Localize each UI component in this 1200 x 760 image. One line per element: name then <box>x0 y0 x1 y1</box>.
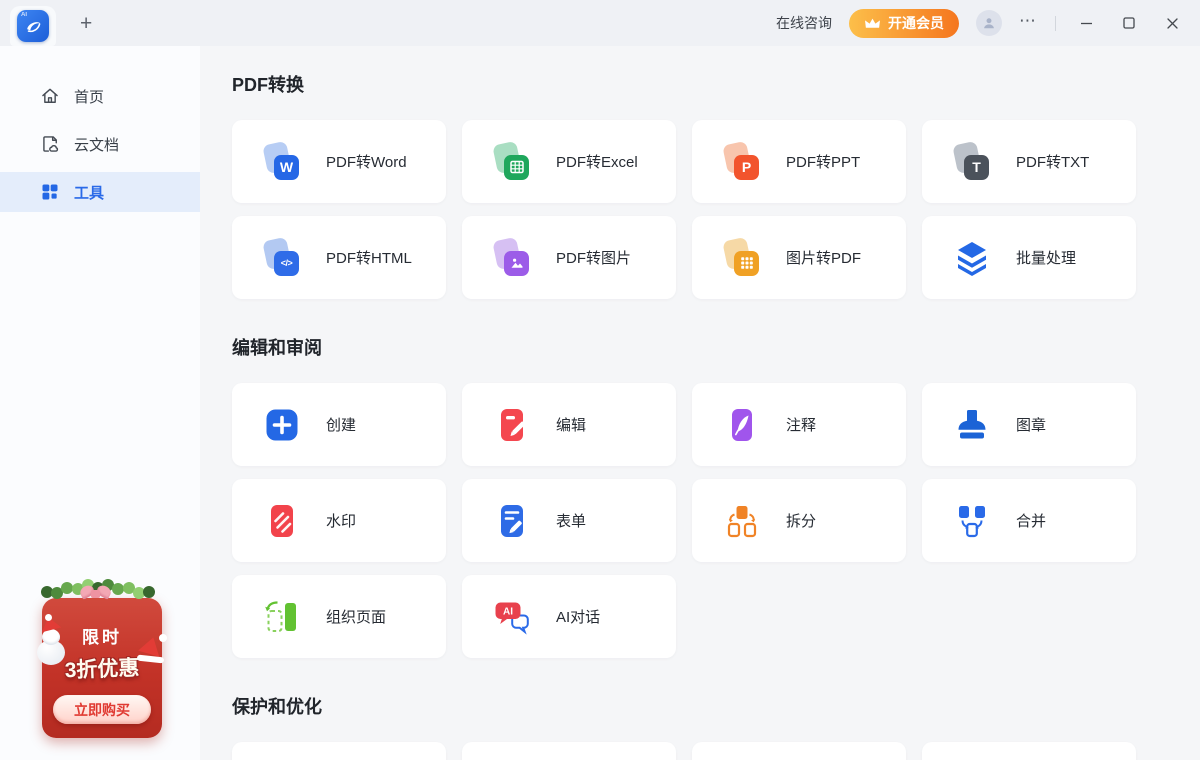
batch-process-icon <box>952 238 992 278</box>
pdf-to-excel-icon <box>492 142 532 182</box>
tool-card[interactable]: 批量处理 <box>922 216 1136 299</box>
tool-label: 拆分 <box>786 510 816 531</box>
pdf-to-image-icon <box>492 238 532 278</box>
pdf-to-html-icon: </> <box>262 238 302 278</box>
wreath-decoration <box>42 577 162 611</box>
tool-label: PDF转TXT <box>1016 151 1089 172</box>
sidebar-item-label: 首页 <box>74 86 104 107</box>
tool-card[interactable]: 表单 <box>462 479 676 562</box>
tool-card[interactable]: PDF转Excel <box>462 120 676 203</box>
tool-card[interactable]: 水印 <box>232 479 446 562</box>
maximize-button[interactable] <box>1116 10 1142 36</box>
app-tab[interactable]: AI <box>10 6 56 46</box>
sidebar-items: 首页云文档工具 <box>0 46 200 212</box>
tool-label: PDF转图片 <box>556 247 631 268</box>
tool-label: 表单 <box>556 510 586 531</box>
user-avatar[interactable] <box>976 10 1002 36</box>
titlebar: AI + 在线咨询 开通会员 ⋯ <box>0 0 1200 46</box>
tool-sections: PDF转换 W PDF转Word PDF转Excel P PDF转PPT T PDF转TXT <… <box>200 46 1200 760</box>
tool-grid: W PDF转Word PDF转Excel P PDF转PPT T PDF转TXT </> PDF… <box>232 120 1168 299</box>
tool-card[interactable]: 图章 <box>922 383 1136 466</box>
edit-icon <box>492 405 532 445</box>
open-membership-button[interactable]: 开通会员 <box>849 9 959 38</box>
tool-card[interactable]: 拆分 <box>692 479 906 562</box>
tool-card[interactable]: 创建 <box>232 383 446 466</box>
tool-label: 图章 <box>1016 414 1046 435</box>
cloud-doc-icon <box>40 134 60 154</box>
tool-card[interactable]: 注释 <box>692 383 906 466</box>
tool-card-partial[interactable] <box>922 742 1136 760</box>
crown-icon <box>864 17 881 30</box>
tool-card-partial[interactable] <box>462 742 676 760</box>
tool-label: PDF转Excel <box>556 151 638 172</box>
new-tab-button[interactable]: + <box>80 13 92 34</box>
santa-hat-decoration <box>136 637 168 663</box>
svg-text:AI: AI <box>503 606 513 617</box>
close-button[interactable] <box>1159 10 1185 36</box>
home-icon <box>40 86 60 106</box>
more-menu-icon[interactable]: ⋯ <box>1019 12 1038 35</box>
sidebar-item-home[interactable]: 首页 <box>0 76 200 116</box>
tool-card[interactable]: AI AI对话 <box>462 575 676 658</box>
sidebar-item-label: 云文档 <box>74 134 119 155</box>
tool-card[interactable]: 组织页面 <box>232 575 446 658</box>
watermark-icon <box>262 501 302 541</box>
pdf-to-ppt-icon: P <box>722 142 762 182</box>
tool-card[interactable]: 编辑 <box>462 383 676 466</box>
sidebar-item-label: 工具 <box>74 182 104 203</box>
tool-label: PDF转Word <box>326 151 407 172</box>
section-title: 编辑和审阅 <box>232 335 1168 361</box>
ai-chat-icon: AI <box>492 597 532 637</box>
image-to-pdf-icon <box>722 238 762 278</box>
tool-card[interactable]: 合并 <box>922 479 1136 562</box>
sidebar-item-tools[interactable]: 工具 <box>0 172 200 212</box>
tool-card[interactable]: T PDF转TXT <box>922 120 1136 203</box>
pdf-to-txt-icon: T <box>952 142 992 182</box>
tool-label: PDF转HTML <box>326 247 412 268</box>
create-icon <box>262 405 302 445</box>
app-logo-icon: AI <box>17 10 49 42</box>
tool-label: 图片转PDF <box>786 247 861 268</box>
minimize-button[interactable] <box>1073 10 1099 36</box>
tool-card-partial[interactable] <box>232 742 446 760</box>
pdf-to-word-icon: W <box>262 142 302 182</box>
tool-label: 组织页面 <box>326 606 386 627</box>
annotate-quill-icon <box>722 405 762 445</box>
tool-label: 批量处理 <box>1016 247 1076 268</box>
snowman-decoration <box>35 619 71 665</box>
section-title: 保护和优化 <box>232 694 1168 720</box>
sidebar-item-cloud-docs[interactable]: 云文档 <box>0 124 200 164</box>
sidebar: 首页云文档工具 限时 3折优惠 立即购买 <box>0 46 200 760</box>
tool-grid: 创建 编辑 注释 图章水印 表单 拆分 合并组织页面 AI AI对话 <box>232 383 1168 658</box>
tool-label: 创建 <box>326 414 356 435</box>
tool-label: 编辑 <box>556 414 586 435</box>
tool-grid <box>232 742 1168 760</box>
tool-card[interactable]: 图片转PDF <box>692 216 906 299</box>
tool-label: 合并 <box>1016 510 1046 531</box>
tools-grid-icon <box>40 182 60 202</box>
tool-label: PDF转PPT <box>786 151 860 172</box>
organize-pages-icon <box>262 597 302 637</box>
tool-label: 水印 <box>326 510 356 531</box>
form-icon <box>492 501 532 541</box>
tool-card[interactable]: </> PDF转HTML <box>232 216 446 299</box>
tool-card[interactable]: PDF转图片 <box>462 216 676 299</box>
promo-banner[interactable]: 限时 3折优惠 立即购买 <box>42 577 162 738</box>
tool-label: 注释 <box>786 414 816 435</box>
merge-icon <box>952 501 992 541</box>
split-icon <box>722 501 762 541</box>
section-title: PDF转换 <box>232 72 1168 98</box>
tool-label: AI对话 <box>556 606 600 627</box>
titlebar-divider <box>1055 16 1056 31</box>
tool-card[interactable]: W PDF转Word <box>232 120 446 203</box>
stamp-icon <box>952 405 992 445</box>
buy-now-button[interactable]: 立即购买 <box>53 695 151 724</box>
member-button-label: 开通会员 <box>888 13 944 33</box>
tool-card[interactable]: P PDF转PPT <box>692 120 906 203</box>
online-support-link[interactable]: 在线咨询 <box>776 13 832 33</box>
tool-card-partial[interactable] <box>692 742 906 760</box>
